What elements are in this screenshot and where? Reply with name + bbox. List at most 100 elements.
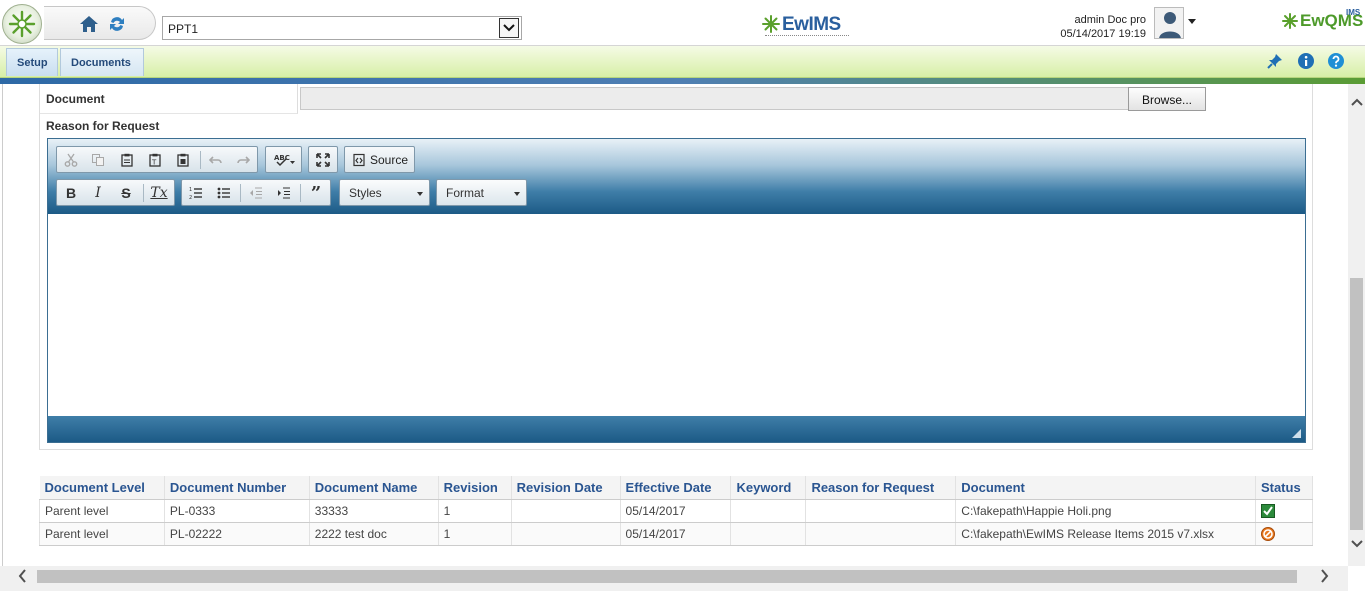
- project-select-value: PPT1: [168, 22, 199, 36]
- user-menu-caret-icon[interactable]: [1188, 19, 1196, 24]
- ewims-logo: EwIMS: [762, 14, 852, 38]
- home-icon[interactable]: [78, 13, 100, 35]
- maximize-icon[interactable]: [313, 150, 333, 170]
- col-header[interactable]: Revision: [438, 476, 512, 500]
- outdent-icon[interactable]: [246, 183, 266, 203]
- cell-status: [1254, 499, 1314, 523]
- chevron-down-icon: [514, 192, 520, 196]
- vertical-scrollbar[interactable]: [1348, 84, 1365, 566]
- document-file-input[interactable]: [300, 87, 1129, 110]
- rejected-icon[interactable]: [1260, 526, 1275, 541]
- chevron-down-icon[interactable]: [499, 18, 519, 38]
- paste-text-icon[interactable]: T: [145, 150, 165, 170]
- nav-pill: [44, 6, 156, 40]
- styles-dropdown[interactable]: Styles: [339, 179, 430, 206]
- undo-icon[interactable]: [206, 150, 226, 170]
- cell-document: C:\fakepath\Happie Holi.png: [955, 499, 1256, 523]
- scroll-up-icon[interactable]: [1351, 94, 1363, 110]
- col-header[interactable]: Reason for Request: [805, 476, 957, 500]
- document-form: Document Browse... Reason for Request T …: [39, 84, 1313, 450]
- help-icon[interactable]: [1327, 52, 1345, 70]
- bold-icon[interactable]: B: [61, 183, 81, 203]
- cut-icon[interactable]: [61, 150, 81, 170]
- bulleted-list-icon[interactable]: [214, 183, 234, 203]
- document-label: Document: [46, 92, 105, 106]
- cell-name: 2222 test doc: [308, 522, 439, 546]
- cell-revision: 1: [437, 522, 512, 546]
- numbered-list-icon[interactable]: 12: [186, 183, 206, 203]
- menu-bar: Setup Documents: [0, 46, 1365, 78]
- main-content: Document Browse... Reason for Request T …: [2, 84, 1348, 566]
- remove-format-icon[interactable]: Tx: [149, 183, 169, 203]
- paste-word-icon[interactable]: [173, 150, 193, 170]
- scroll-right-icon[interactable]: [1320, 569, 1330, 586]
- svg-text:ABC: ABC: [274, 154, 290, 162]
- redo-icon[interactable]: [233, 150, 253, 170]
- col-header[interactable]: Document Level: [39, 476, 165, 500]
- cell-level: Parent level: [39, 522, 165, 546]
- cell-document: C:\fakepath\EwIMS Release Items 2015 v7.…: [955, 522, 1256, 546]
- user-icon: [1159, 12, 1181, 38]
- cell-reason: [805, 499, 957, 523]
- app-header: PPT1 EwIMS admin Doc pro 05/14/2017 19:1…: [0, 0, 1365, 46]
- horizontal-scroll-thumb[interactable]: [37, 570, 1297, 583]
- spellcheck-icon[interactable]: ABC: [272, 150, 298, 170]
- cell-revision-date: [510, 499, 621, 523]
- paste-icon[interactable]: [117, 150, 137, 170]
- cell-keyword: [730, 499, 807, 523]
- table-header-row: Document Level Document Number Document …: [39, 476, 1314, 500]
- tab-documents[interactable]: Documents: [60, 48, 144, 76]
- approved-icon[interactable]: [1260, 503, 1275, 518]
- blockquote-icon[interactable]: ”: [306, 183, 326, 204]
- app-logo-icon[interactable]: [2, 4, 42, 44]
- source-button[interactable]: Source: [370, 153, 408, 167]
- svg-text:T: T: [151, 159, 157, 167]
- ewims-logo-text: EwIMS: [782, 14, 841, 35]
- info-icon[interactable]: [1297, 52, 1315, 70]
- cell-number: PL-0333: [163, 499, 310, 523]
- strikethrough-icon[interactable]: S: [116, 183, 136, 203]
- browse-button[interactable]: Browse...: [1128, 87, 1206, 111]
- pin-icon[interactable]: [1266, 52, 1284, 70]
- tab-setup[interactable]: Setup: [6, 48, 58, 76]
- cell-revision: 1: [437, 499, 512, 523]
- col-header[interactable]: Document Name: [309, 476, 439, 500]
- vertical-scroll-thumb[interactable]: [1350, 278, 1363, 530]
- ewqms-logo-super: IMS: [1346, 8, 1361, 17]
- avatar[interactable]: [1154, 7, 1184, 39]
- indent-icon[interactable]: [274, 183, 294, 203]
- italic-icon[interactable]: I: [88, 183, 108, 203]
- refresh-icon[interactable]: [106, 13, 128, 35]
- reason-label: Reason for Request: [46, 119, 160, 133]
- cell-level: Parent level: [39, 499, 165, 523]
- cell-effective-date: 05/14/2017: [619, 522, 732, 546]
- chevron-down-icon: [417, 192, 423, 196]
- table-row[interactable]: Parent level PL-02222 2222 test doc 1 05…: [39, 522, 1314, 546]
- col-header[interactable]: Document: [955, 476, 1256, 500]
- cell-status: [1254, 522, 1314, 546]
- col-header[interactable]: Status: [1255, 476, 1314, 500]
- cell-effective-date: 05/14/2017: [619, 499, 732, 523]
- scroll-down-icon[interactable]: [1351, 536, 1363, 552]
- horizontal-scrollbar[interactable]: [0, 566, 1348, 591]
- format-dropdown-label: Format: [446, 186, 485, 200]
- editor-toolbar: T ABC Source B I S Tx 1 2 ” Styles Forma…: [48, 139, 1305, 214]
- styles-dropdown-label: Styles: [349, 186, 382, 200]
- resize-handle-icon[interactable]: [1292, 429, 1301, 438]
- col-header[interactable]: Document Number: [164, 476, 310, 500]
- cell-reason: [805, 522, 957, 546]
- format-dropdown[interactable]: Format: [436, 179, 527, 206]
- user-name: admin Doc pro: [1074, 14, 1146, 26]
- ewqms-logo-icon: [1282, 13, 1298, 29]
- col-header[interactable]: Revision Date: [511, 476, 621, 500]
- copy-icon[interactable]: [88, 150, 108, 170]
- editor-body[interactable]: [48, 214, 1305, 416]
- source-icon: [349, 150, 369, 170]
- scroll-left-icon[interactable]: [17, 569, 27, 586]
- col-header[interactable]: Effective Date: [620, 476, 732, 500]
- table-row[interactable]: Parent level PL-0333 33333 1 05/14/2017 …: [39, 499, 1314, 523]
- user-datetime: 05/14/2017 19:19: [1060, 28, 1146, 40]
- project-select[interactable]: PPT1: [162, 16, 522, 40]
- ewims-logo-icon: [762, 15, 780, 33]
- col-header[interactable]: Keyword: [730, 476, 807, 500]
